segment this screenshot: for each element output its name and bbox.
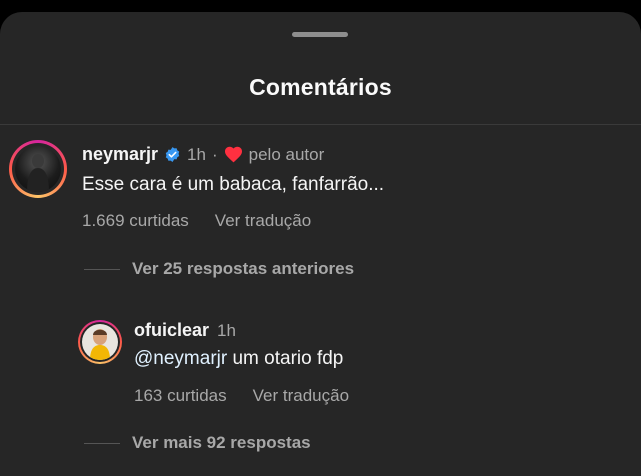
reply-text: @neymarjr um otario fdp [134,348,343,370]
comments-sheet: Comentários [0,12,641,476]
avatar-image [15,146,61,192]
verified-badge-icon [164,146,181,163]
comment-username[interactable]: neymarjr [82,144,158,165]
reply-body: um otario fdp [227,348,344,369]
view-previous-replies-button[interactable]: Ver 25 respostas anteriores [132,259,354,279]
reply-actions: 163 curtidas Ver tradução [134,386,349,406]
drag-handle[interactable] [292,32,348,37]
liked-by-author-label: pelo autor [248,144,325,164]
thread-line [84,443,120,444]
reply-likes[interactable]: 163 curtidas [134,386,227,406]
reply-username[interactable]: ofuiclear [134,320,209,341]
reply-avatar[interactable] [78,320,122,364]
comment-time: 1h [187,144,206,164]
reply-translate-button[interactable]: Ver tradução [253,386,349,406]
thread-line [84,269,120,270]
heart-icon [224,146,243,163]
comment-header: neymarjr 1h · pelo autor [82,144,324,165]
comment-text: Esse cara é um babaca, fanfarrão... [82,174,385,195]
reply-header: ofuiclear 1h [134,320,236,341]
avatar-image [82,324,118,360]
header-divider [0,124,641,125]
view-more-replies-button[interactable]: Ver mais 92 respostas [132,433,311,453]
separator-dot: · [211,144,218,164]
reply-time: 1h [217,320,236,340]
reply-mention-link[interactable]: @neymarjr [134,348,227,369]
avatar[interactable] [9,140,67,198]
comment-actions: 1.669 curtidas Ver tradução [82,211,311,231]
translate-button[interactable]: Ver tradução [215,211,311,231]
sheet-title: Comentários [249,74,392,100]
comment-likes[interactable]: 1.669 curtidas [82,211,189,231]
